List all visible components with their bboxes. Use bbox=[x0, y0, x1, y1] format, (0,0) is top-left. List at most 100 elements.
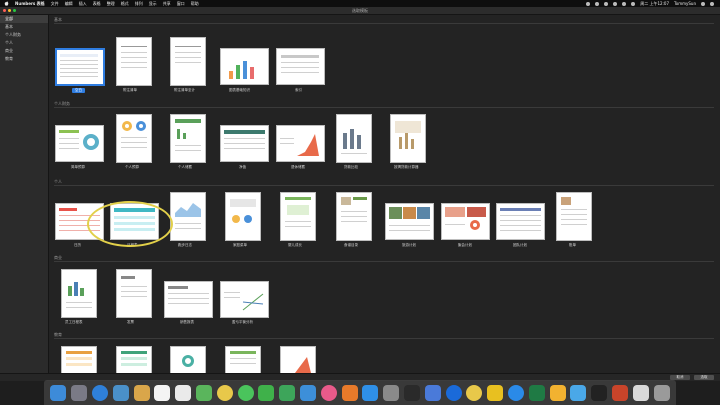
template-label: 跑步日志 bbox=[178, 243, 192, 247]
butterfly-app-icon[interactable] bbox=[487, 384, 504, 401]
calendar-icon[interactable] bbox=[154, 384, 171, 401]
template-label: 团队计划 bbox=[513, 243, 527, 247]
keynote-icon[interactable] bbox=[299, 384, 316, 401]
excel-icon[interactable] bbox=[528, 384, 545, 401]
volume-icon[interactable] bbox=[622, 1, 627, 6]
launchpad-icon[interactable] bbox=[71, 384, 88, 401]
template-thumbnail[interactable] bbox=[170, 114, 206, 163]
template-thumbnail[interactable] bbox=[55, 48, 105, 86]
battery-icon[interactable] bbox=[631, 1, 636, 6]
onepassword-icon[interactable] bbox=[445, 384, 462, 401]
section-divider bbox=[54, 23, 714, 24]
menubar-user[interactable]: TommySun bbox=[674, 1, 696, 6]
template-thumbnail[interactable] bbox=[61, 346, 97, 373]
template-thumbnail[interactable] bbox=[220, 48, 269, 85]
status-icon[interactable] bbox=[604, 1, 609, 6]
template-thumbnail[interactable] bbox=[556, 192, 592, 241]
template-label: 个人储蓄 bbox=[178, 165, 192, 169]
template-thumbnail[interactable] bbox=[220, 125, 269, 162]
search-icon[interactable] bbox=[701, 1, 705, 6]
menu-view[interactable]: 显示 bbox=[149, 1, 157, 7]
template-thumbnail[interactable] bbox=[441, 203, 490, 240]
template-thumbnail[interactable] bbox=[276, 125, 325, 162]
template-thumbnail[interactable] bbox=[116, 346, 152, 373]
safari-icon[interactable] bbox=[91, 384, 108, 401]
template-thumbnail[interactable] bbox=[61, 269, 97, 318]
menu-file[interactable]: 文件 bbox=[51, 1, 59, 7]
control-center-icon[interactable] bbox=[710, 1, 714, 6]
finder-icon[interactable] bbox=[50, 384, 67, 401]
template-thumbnail[interactable] bbox=[336, 192, 372, 241]
template-thumbnail[interactable] bbox=[220, 281, 269, 318]
numbers-icon[interactable] bbox=[279, 384, 296, 401]
status-icon[interactable] bbox=[586, 1, 591, 6]
menu-insert[interactable]: 插入 bbox=[79, 1, 87, 7]
messages-icon[interactable] bbox=[237, 384, 254, 401]
terminal-icon[interactable] bbox=[403, 384, 420, 401]
template-thumbnail[interactable] bbox=[170, 192, 206, 241]
wifi-icon[interactable] bbox=[613, 1, 618, 6]
sidebar-item-business[interactable]: 商业 bbox=[0, 47, 48, 55]
template-thumbnail[interactable] bbox=[164, 281, 213, 318]
photos-app-icon[interactable] bbox=[216, 384, 233, 401]
sidebar-item-all[interactable]: 全部 bbox=[0, 15, 48, 23]
books-icon[interactable] bbox=[341, 384, 358, 401]
template-thumbnail[interactable] bbox=[170, 346, 206, 373]
template-thumbnail[interactable] bbox=[116, 37, 152, 86]
finder-alt-icon[interactable] bbox=[424, 384, 441, 401]
chrome-icon[interactable] bbox=[466, 384, 483, 401]
template-thumbnail[interactable] bbox=[276, 48, 325, 85]
template-thumbnail[interactable] bbox=[280, 192, 316, 241]
title-bar: 选取模板 bbox=[0, 7, 720, 15]
powerpoint-icon[interactable] bbox=[611, 384, 628, 401]
facetime-icon[interactable] bbox=[258, 384, 275, 401]
menu-window[interactable]: 窗口 bbox=[177, 1, 185, 7]
qq-icon[interactable] bbox=[507, 384, 524, 401]
template-thumbnail[interactable] bbox=[116, 114, 152, 163]
reminders-icon[interactable] bbox=[175, 384, 192, 401]
menu-organize[interactable]: 整理 bbox=[107, 1, 115, 7]
sidebar: 全部 基本 个人财务 个人 商业 教育 bbox=[0, 15, 49, 373]
template-thumbnail[interactable] bbox=[390, 114, 426, 163]
system-preferences-icon[interactable] bbox=[383, 384, 400, 401]
sketch-icon[interactable] bbox=[549, 384, 566, 401]
sidebar-item-basic[interactable]: 基本 bbox=[0, 23, 48, 31]
photos-icon[interactable] bbox=[112, 384, 129, 401]
menu-app-name[interactable]: Numbers 表格 bbox=[15, 1, 45, 7]
template-thumbnail[interactable] bbox=[385, 203, 434, 240]
app-store-icon[interactable] bbox=[362, 384, 379, 401]
template-label: 附注清单 bbox=[123, 88, 137, 92]
template-thumbnail[interactable] bbox=[225, 192, 261, 241]
menubar-clock[interactable]: 周二 上午12:07 bbox=[640, 1, 669, 7]
status-icon[interactable] bbox=[595, 1, 600, 6]
template-thumbnail[interactable] bbox=[496, 203, 545, 240]
menu-help[interactable]: 帮助 bbox=[191, 1, 199, 7]
line-chart-icon bbox=[242, 293, 264, 311]
notes-icon[interactable] bbox=[133, 384, 150, 401]
menu-arrange[interactable]: 排列 bbox=[135, 1, 143, 7]
choose-button[interactable]: 选取 bbox=[694, 375, 714, 380]
sidebar-item-education[interactable]: 教育 bbox=[0, 55, 48, 63]
menu-format[interactable]: 格式 bbox=[121, 1, 129, 7]
template-thumbnail[interactable] bbox=[280, 346, 316, 373]
template-thumbnail[interactable] bbox=[116, 269, 152, 318]
template-thumbnail[interactable] bbox=[336, 114, 372, 163]
template-label: 空白 bbox=[72, 88, 85, 93]
trash-icon[interactable] bbox=[653, 384, 670, 401]
template-thumbnail[interactable] bbox=[170, 37, 206, 86]
maps-icon[interactable] bbox=[195, 384, 212, 401]
menu-share[interactable]: 共享 bbox=[163, 1, 171, 7]
menu-edit[interactable]: 编辑 bbox=[65, 1, 73, 7]
template-thumbnail[interactable] bbox=[55, 125, 104, 162]
apple-menu-icon[interactable] bbox=[3, 1, 9, 6]
section-divider bbox=[54, 338, 714, 339]
mail-icon[interactable] bbox=[570, 384, 587, 401]
template-label: 净值 bbox=[239, 165, 246, 169]
itunes-icon[interactable] bbox=[320, 384, 337, 401]
qq-penguin-icon[interactable] bbox=[591, 384, 608, 401]
preview-icon[interactable] bbox=[632, 384, 649, 401]
sidebar-item-finance[interactable]: 个人财务 bbox=[0, 31, 48, 39]
sidebar-item-personal[interactable]: 个人 bbox=[0, 39, 48, 47]
menu-table[interactable]: 表格 bbox=[93, 1, 101, 7]
template-thumbnail[interactable] bbox=[225, 346, 261, 373]
